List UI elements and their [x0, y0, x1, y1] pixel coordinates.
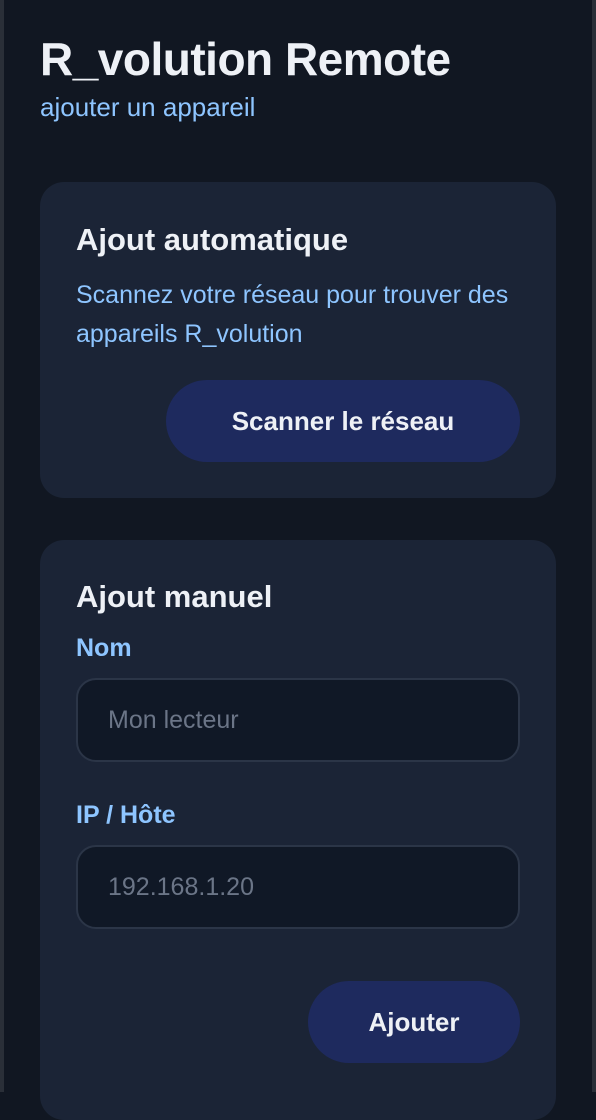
- page-header: R_volution Remote ajouter un appareil: [40, 30, 451, 124]
- page-subtitle: ajouter un appareil: [40, 92, 256, 122]
- host-input[interactable]: [76, 845, 520, 929]
- window-edge-left: [0, 0, 4, 1092]
- auto-add-description: Scannez votre réseau pour trouver des ap…: [76, 281, 509, 348]
- manual-add-card: Ajout manuel Nom IP / Hôte Ajouter: [40, 540, 556, 1120]
- auto-add-card: Ajout automatique Scannez votre réseau p…: [40, 182, 556, 498]
- app-title: R_volution Remote: [40, 33, 451, 85]
- scan-network-button[interactable]: Scanner le réseau: [166, 380, 520, 462]
- auto-add-title: Ajout automatique: [76, 222, 349, 257]
- add-device-button[interactable]: Ajouter: [308, 981, 520, 1063]
- name-input[interactable]: [76, 678, 520, 762]
- window-edge-right: [592, 0, 596, 1092]
- host-field-label: IP / Hôte: [76, 801, 176, 829]
- name-field-label: Nom: [76, 634, 132, 662]
- manual-add-title: Ajout manuel: [76, 579, 273, 614]
